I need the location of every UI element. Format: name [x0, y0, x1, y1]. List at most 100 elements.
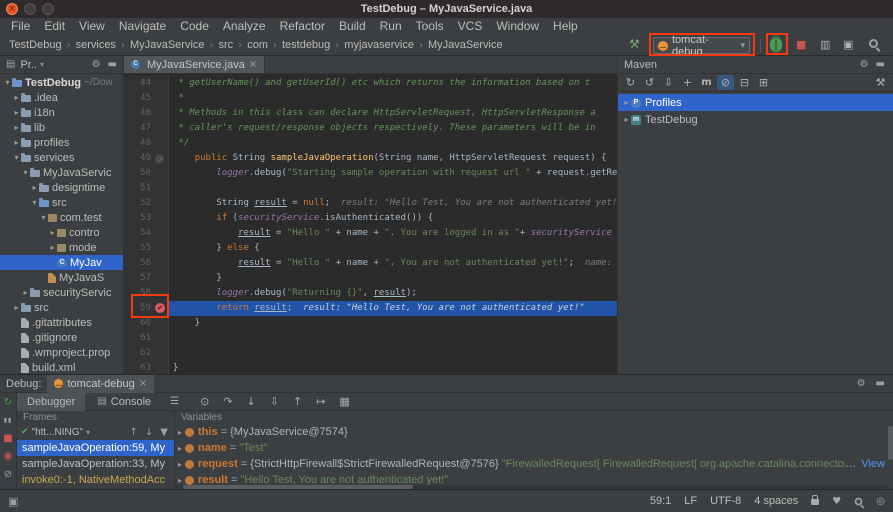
code-text[interactable]: } [169, 361, 617, 374]
step-out-button[interactable]: ↑ [293, 395, 302, 408]
tree-item-build-xml[interactable]: build.xml [0, 360, 123, 374]
expand-all-icon[interactable]: ⊞ [755, 75, 772, 90]
hide-panel-icon[interactable]: ▬ [874, 59, 887, 70]
code-text[interactable] [169, 331, 617, 346]
gutter-line-56[interactable]: 56 [124, 256, 169, 271]
code-text[interactable] [169, 181, 617, 196]
gutter-line-44[interactable]: 44 [124, 76, 169, 91]
menu-item-vcs[interactable]: VCS [451, 18, 490, 35]
frame-row[interactable]: invoke0:-1, NativeMethodAcc [17, 472, 174, 488]
window-maximize-button[interactable] [42, 3, 54, 15]
close-icon[interactable]: × [139, 378, 147, 389]
gear-icon[interactable]: ⚙ [855, 378, 868, 389]
gutter-line-51[interactable]: 51 [124, 181, 169, 196]
tree-item-services[interactable]: ▾services [0, 150, 123, 165]
code-text[interactable]: if (securityService.isAuthenticated()) { [169, 211, 617, 226]
status-lf[interactable]: LF [684, 495, 697, 507]
variable-row-name[interactable]: ▸name = "Test" [175, 440, 893, 456]
maven-item-profiles[interactable]: ▸Profiles [618, 94, 893, 111]
collapse-arrow-icon[interactable]: ▾ [30, 198, 39, 207]
force-step-into-button[interactable]: ⇩ [270, 395, 279, 408]
variable-row-request[interactable]: ▸request = {StrictHttpFirewall$StrictFir… [175, 456, 893, 472]
menu-item-build[interactable]: Build [332, 18, 373, 35]
code-text[interactable]: * Methods in this class can declare Http… [169, 106, 617, 121]
code-text[interactable]: * [169, 91, 617, 106]
maven-settings-icon[interactable]: ⚒ [872, 75, 889, 90]
expand-arrow-icon[interactable]: ▸ [175, 428, 185, 437]
gutter-line-63[interactable]: 63 [124, 361, 169, 374]
expand-arrow-icon[interactable]: ▸ [21, 288, 30, 297]
code-text[interactable]: result = "Hello " + name + ", You are no… [169, 256, 617, 271]
expand-arrow-icon[interactable]: ▸ [12, 123, 21, 132]
breadcrumb-item-myjavaservice[interactable]: myjavaservice [343, 39, 415, 51]
debug-button[interactable] [770, 38, 782, 52]
tree-item-myjavas[interactable]: MyJavaS [0, 270, 123, 285]
tree-item-myjav[interactable]: MyJav [0, 255, 123, 270]
lock-icon[interactable] [811, 499, 819, 505]
hide-panel-icon[interactable]: ▬ [874, 378, 887, 389]
code-text[interactable]: } else { [169, 241, 617, 256]
coverage-button[interactable]: ▥ [820, 38, 830, 51]
execute-goal-icon[interactable]: m [698, 75, 715, 90]
wrench-icon[interactable]: ⚒ [629, 37, 640, 51]
menu-item-analyze[interactable]: Analyze [216, 18, 273, 35]
gear-icon[interactable]: ⚙ [858, 59, 871, 70]
evaluate-expression-button[interactable]: ▦ [339, 395, 349, 408]
tree-item-contro[interactable]: ▸contro [0, 225, 123, 240]
menu-item-refactor[interactable]: Refactor [273, 18, 332, 35]
step-into-button[interactable]: ↓ [247, 395, 256, 408]
tab-console[interactable]: ▤Console [87, 393, 161, 411]
reimport-icon[interactable]: ↻ [622, 75, 639, 90]
menu-item-window[interactable]: Window [489, 18, 546, 35]
collapse-arrow-icon[interactable]: ▾ [3, 78, 12, 87]
breadcrumb-item-testdebug[interactable]: TestDebug [8, 39, 63, 51]
menu-item-run[interactable]: Run [373, 18, 409, 35]
stop-button[interactable]: ■ [3, 433, 12, 444]
scrollbar-thumb[interactable] [888, 426, 893, 460]
filter-icon[interactable]: ▼ [158, 427, 170, 438]
close-icon[interactable]: × [249, 59, 257, 70]
favorites-icon[interactable]: ♥ [832, 496, 841, 507]
breadcrumb-item-com[interactable]: com [246, 39, 269, 51]
gutter-line-57[interactable]: 57 [124, 271, 169, 286]
code-text[interactable]: String result = null; result: "Hello Tes… [169, 196, 617, 211]
status-59-1[interactable]: 59:1 [650, 495, 671, 507]
debug-session-tab[interactable]: tomcat-debug × [47, 375, 154, 393]
tree-item-src[interactable]: ▸src [0, 300, 123, 315]
expand-arrow-icon[interactable]: ▸ [30, 183, 39, 192]
expand-arrow-icon[interactable]: ▸ [48, 228, 57, 237]
tree-item-i18n[interactable]: ▸i18n [0, 105, 123, 120]
tab-debugger[interactable]: Debugger [17, 393, 85, 411]
view-link[interactable]: View [861, 458, 885, 470]
notifications-icon[interactable]: ◎ [876, 496, 885, 507]
code-text[interactable]: result = "Hello " + name + ", You are lo… [169, 226, 617, 241]
expand-arrow-icon[interactable]: ▸ [175, 444, 185, 453]
gutter-line-55[interactable]: 55 [124, 241, 169, 256]
view-breakpoints-button[interactable]: ◉ [4, 451, 13, 462]
search-icon[interactable] [855, 497, 863, 505]
gutter-line-61[interactable]: 61 [124, 331, 169, 346]
expand-arrow-icon[interactable]: ▸ [622, 115, 631, 124]
breadcrumb-item-testdebug[interactable]: testdebug [281, 39, 331, 51]
breadcrumb-item-myjavaservice[interactable]: MyJavaService [129, 39, 206, 51]
expand-arrow-icon[interactable]: ▸ [622, 98, 631, 107]
menu-item-help[interactable]: Help [546, 18, 585, 35]
gutter-line-46[interactable]: 46 [124, 106, 169, 121]
frame-row[interactable]: sampleJavaOperation:59, My [17, 440, 174, 456]
gutter-line-52[interactable]: 52 [124, 196, 169, 211]
status-4-spaces[interactable]: 4 spaces [754, 495, 798, 507]
expand-arrow-icon[interactable]: ▸ [12, 303, 21, 312]
vertical-scrollbar[interactable] [888, 424, 893, 485]
tree-item-testdebug[interactable]: ▾TestDebug~/Dow [0, 75, 123, 90]
code-text[interactable] [169, 346, 617, 361]
menu-item-edit[interactable]: Edit [37, 18, 72, 35]
collapse-arrow-icon[interactable]: ▾ [39, 213, 48, 222]
rerun-button[interactable]: ↻ [4, 397, 12, 408]
maven-item-testdebug[interactable]: ▸TestDebug [618, 111, 893, 128]
tree-item-mode[interactable]: ▸mode [0, 240, 123, 255]
code-text[interactable]: } [169, 316, 617, 331]
mute-breakpoints-button[interactable]: ⊘ [4, 469, 12, 480]
gutter-line-47[interactable]: 47 [124, 121, 169, 136]
collapse-all-icon[interactable]: ⊟ [736, 75, 753, 90]
layout-settings-icon[interactable]: ☰ [163, 396, 186, 407]
